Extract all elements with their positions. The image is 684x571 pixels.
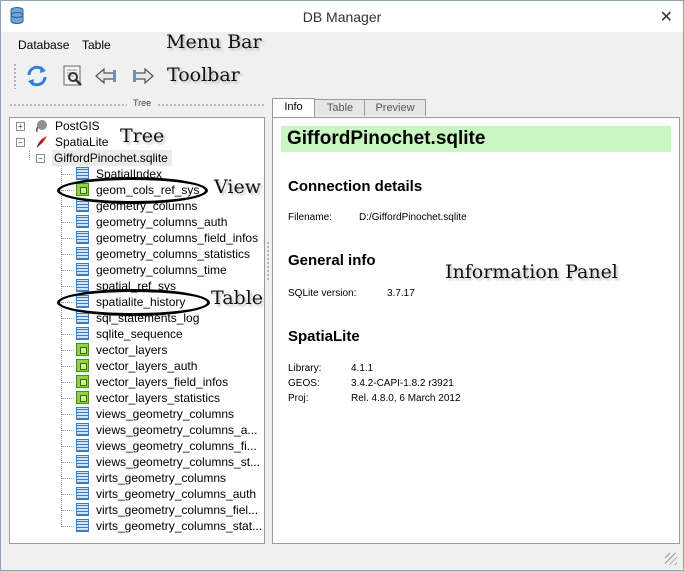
menu-database[interactable]: Database xyxy=(18,38,69,52)
table-icon xyxy=(76,279,89,292)
annotation-view: View xyxy=(214,176,261,198)
sqlite-version-value: 3.7.17 xyxy=(387,288,415,299)
table-highlight-ellipse xyxy=(57,289,210,316)
export-arrow-icon[interactable] xyxy=(131,64,155,88)
table-icon xyxy=(76,487,89,500)
collapse-spatialite-icon[interactable]: − xyxy=(16,138,25,147)
annotation-menu-bar: Menu Bar xyxy=(166,31,262,53)
table-icon xyxy=(76,231,89,244)
close-icon[interactable]: ✕ xyxy=(660,7,673,27)
info-title: GiffordPinochet.sqlite xyxy=(281,126,671,152)
library-value: 4.1.1 xyxy=(351,363,374,374)
geos-label: GEOS: xyxy=(288,378,320,389)
window-title: DB Manager xyxy=(302,9,382,25)
table-icon xyxy=(76,455,89,468)
spatialite-heading: SpatiaLite xyxy=(288,328,360,345)
tree-panel-label: Tree xyxy=(127,98,158,108)
table-icon xyxy=(76,407,89,420)
proj-label: Proj: xyxy=(288,393,309,404)
filename-value: D:/GiffordPinochet.sqlite xyxy=(359,212,467,223)
view-highlight-ellipse xyxy=(57,177,208,204)
menu-table[interactable]: Table xyxy=(82,38,111,52)
tree-panel-title[interactable]: Tree xyxy=(9,98,265,110)
table-icon xyxy=(76,439,89,452)
import-arrow-icon[interactable] xyxy=(94,64,118,88)
annotation-information-panel: Information Panel xyxy=(445,261,618,283)
view-icon xyxy=(76,359,89,372)
filename-label: Filename: xyxy=(288,212,332,223)
collapse-database-icon[interactable]: − xyxy=(36,154,45,163)
expand-postgis-icon[interactable]: + xyxy=(16,122,25,131)
toolbar-grip[interactable] xyxy=(13,63,17,89)
tree-item-database[interactable]: GiffordPinochet.sqlite xyxy=(52,150,172,166)
title-bar: DB Manager ✕ xyxy=(1,1,683,32)
general-heading: General info xyxy=(288,252,376,269)
table-icon xyxy=(76,519,89,532)
connection-heading: Connection details xyxy=(288,178,423,195)
elephant-icon xyxy=(35,120,47,132)
table-icon xyxy=(76,503,89,516)
tab-info[interactable]: Info xyxy=(272,98,315,117)
sql-window-icon[interactable] xyxy=(61,64,85,88)
resize-grip[interactable] xyxy=(665,553,677,565)
table-icon xyxy=(76,423,89,436)
sqlite-version-label: SQLite version: xyxy=(288,288,357,299)
table-icon xyxy=(76,471,89,484)
panel-splitter[interactable] xyxy=(266,241,270,281)
annotation-table: Table xyxy=(211,287,264,309)
tab-table[interactable]: Table xyxy=(314,99,366,116)
table-icon xyxy=(76,247,89,260)
table-icon xyxy=(76,215,89,228)
information-panel: GiffordPinochet.sqlite Connection detail… xyxy=(272,117,680,544)
view-icon xyxy=(76,343,89,356)
status-bar xyxy=(1,549,683,570)
toolbar xyxy=(1,56,683,94)
library-label: Library: xyxy=(288,363,322,374)
annotation-toolbar: Toolbar xyxy=(167,64,240,86)
table-icon xyxy=(76,263,89,276)
menu-bar: Database Table xyxy=(1,33,683,55)
annotation-tree: Tree xyxy=(120,125,165,147)
table-icon xyxy=(76,327,89,340)
table-icon xyxy=(76,167,89,180)
view-icon xyxy=(76,375,89,388)
db-manager-window: DB Manager ✕ Database Table Menu Bar Too… xyxy=(0,0,684,571)
proj-value: Rel. 4.8.0, 6 March 2012 xyxy=(351,393,461,404)
geos-value: 3.4.2-CAPI-1.8.2 r3921 xyxy=(351,378,454,389)
tab-preview[interactable]: Preview xyxy=(364,99,426,116)
refresh-icon[interactable] xyxy=(25,64,49,88)
feather-icon xyxy=(36,136,47,148)
view-icon xyxy=(76,391,89,404)
